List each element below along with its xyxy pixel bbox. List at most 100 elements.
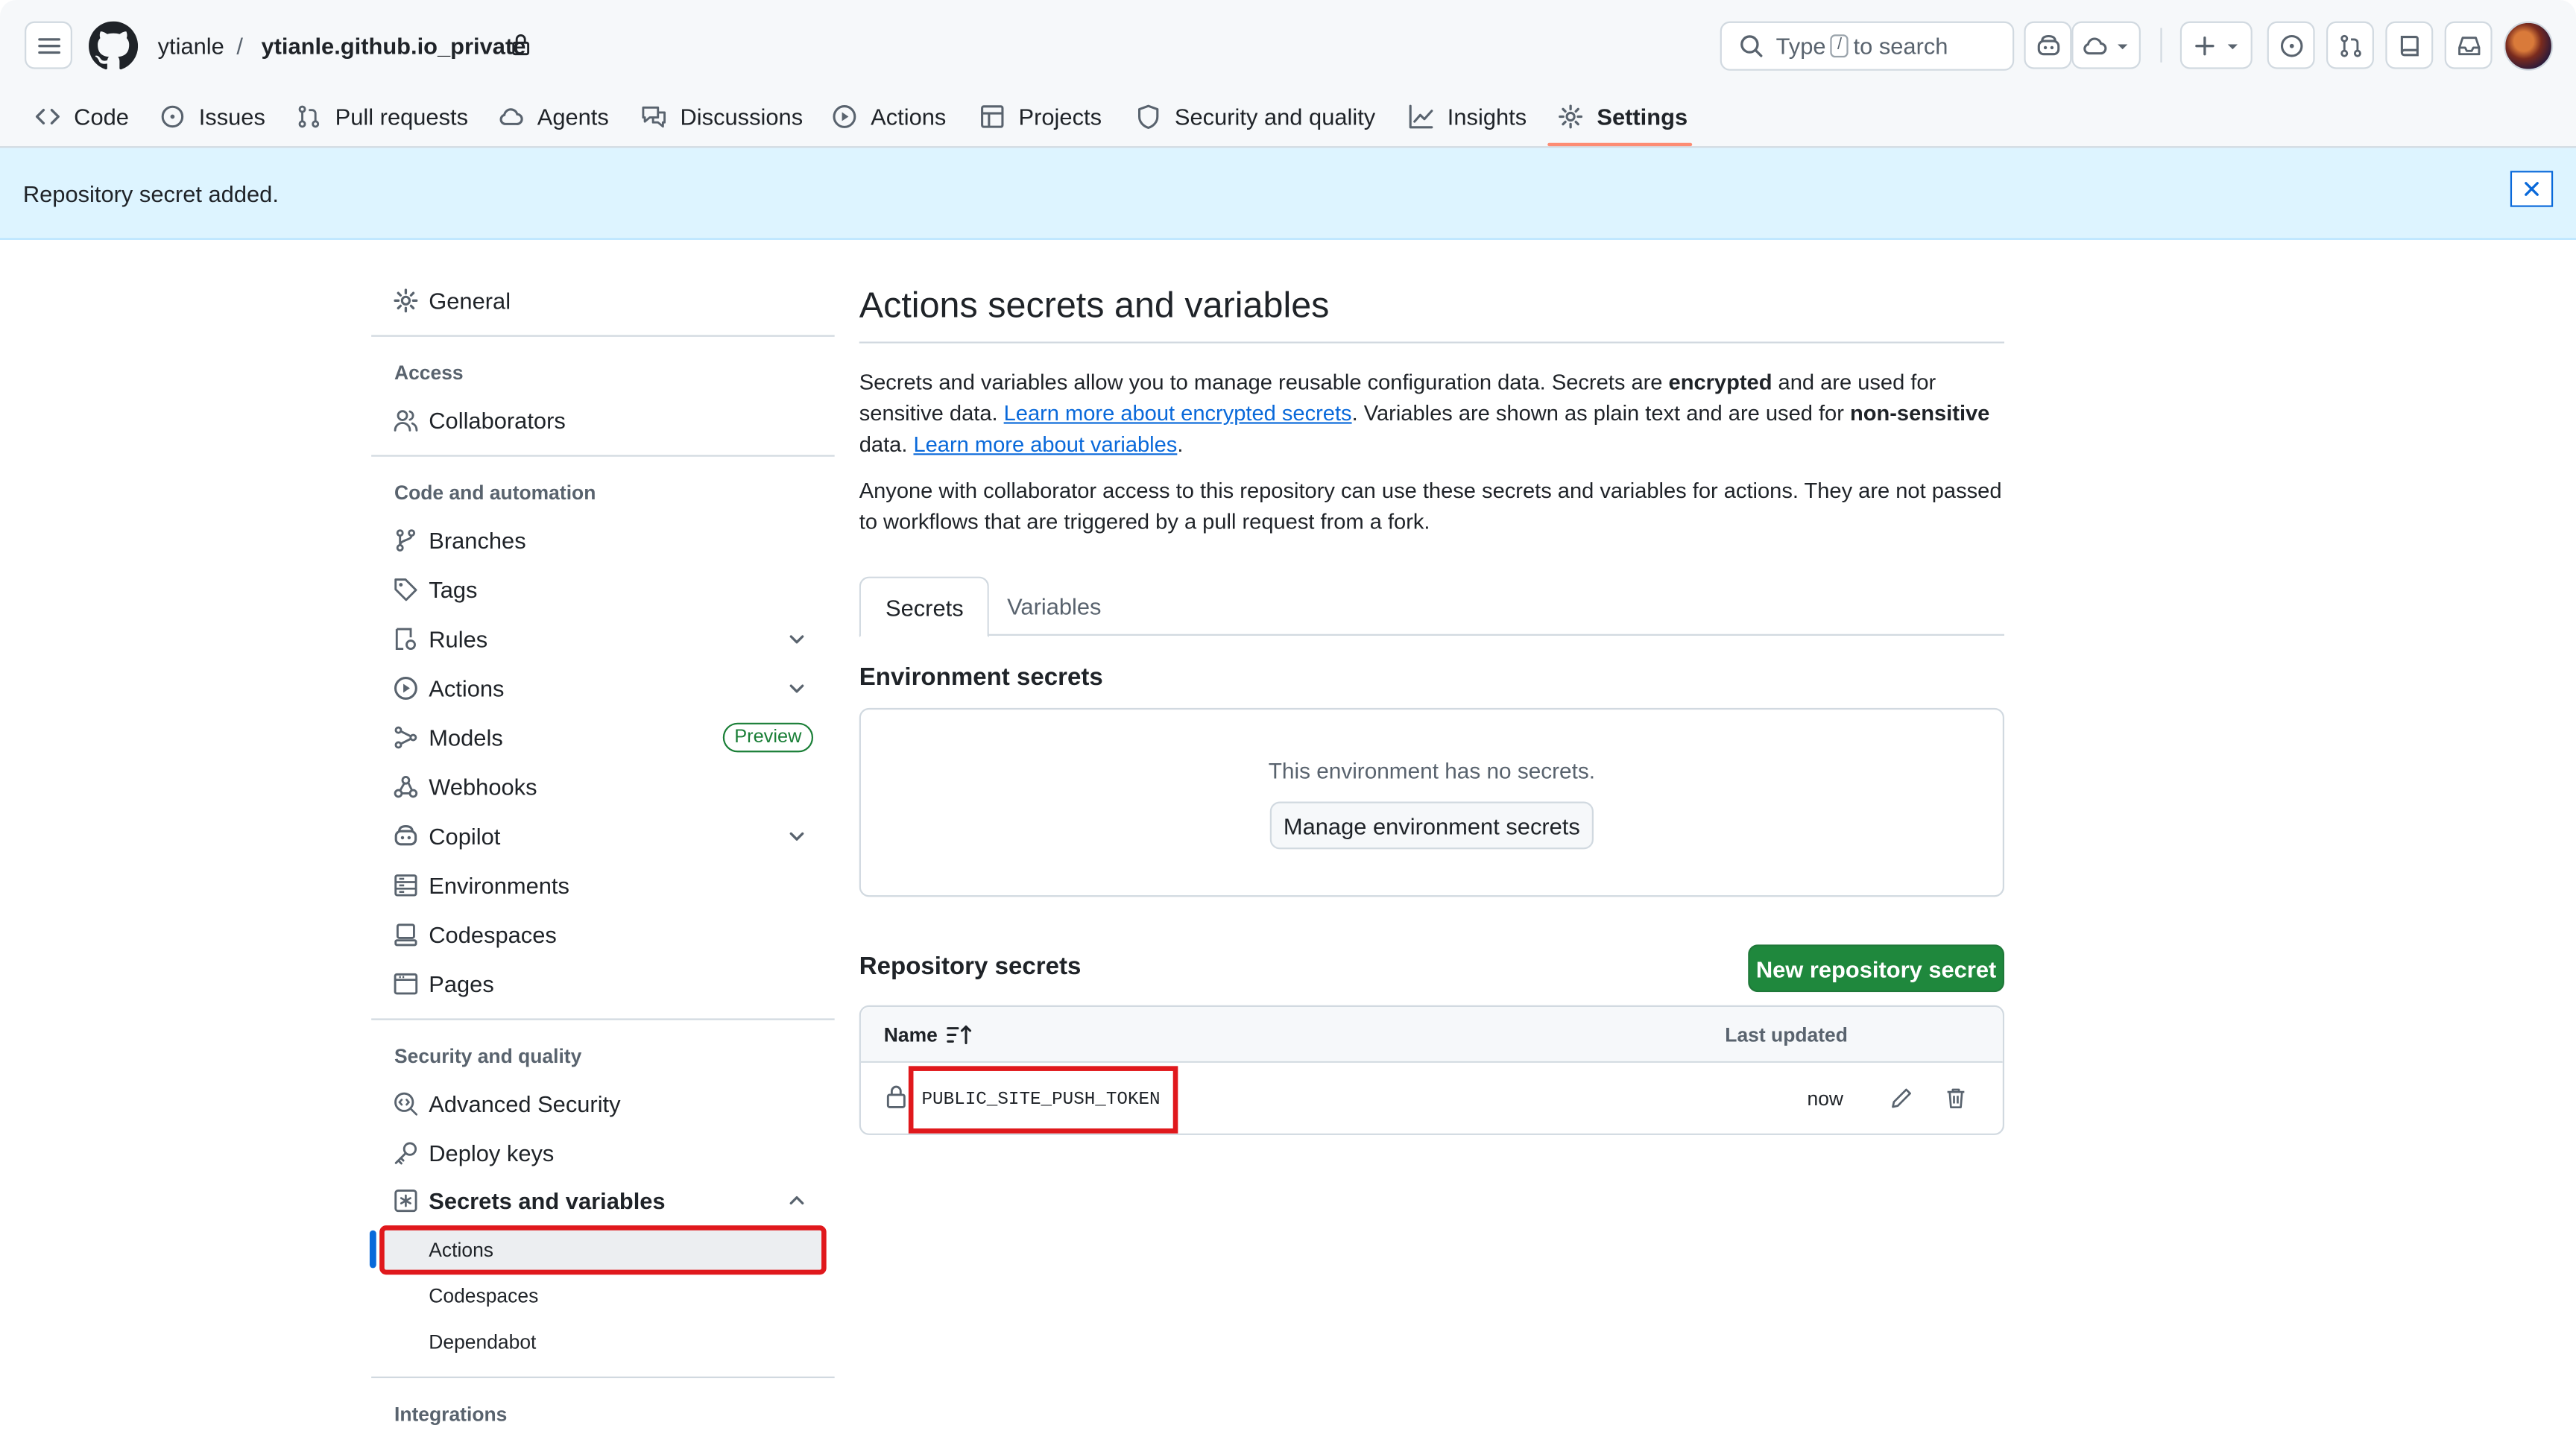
sidebar-item-models[interactable]: Models Preview (383, 713, 824, 762)
codescan-icon (394, 1092, 418, 1116)
manage-environment-secrets-button[interactable]: Manage environment secrets (1269, 801, 1594, 850)
book-icon (2399, 34, 2418, 56)
sort-ascending-icon[interactable] (947, 1023, 973, 1046)
inbox-button[interactable] (2444, 21, 2493, 69)
plus-icon (2194, 35, 2214, 55)
tab-settings[interactable]: Settings (1557, 97, 1688, 136)
sidebar-item-tags[interactable]: Tags (383, 565, 824, 614)
column-header-name[interactable]: Name (884, 1023, 938, 1046)
sidebar-item-advanced-security[interactable]: Advanced Security (383, 1079, 824, 1128)
repository-secrets-table: Name Last updated PUBLIC_SITE_PUSH_TOKEN… (859, 1005, 2005, 1135)
tab-code[interactable]: Code (34, 97, 129, 136)
server-icon (394, 874, 417, 897)
flash-close-button[interactable] (2510, 171, 2554, 207)
copilot-icon (2036, 34, 2059, 55)
chevron-down-icon (789, 635, 804, 644)
agents-icon (499, 108, 523, 125)
tab-variables[interactable]: Variables (982, 577, 1126, 636)
sidebar-item-codespaces[interactable]: Codespaces (383, 910, 824, 959)
sidebar-item-general[interactable]: General (383, 276, 824, 325)
repo-link[interactable]: ytianle.github.io_private (261, 31, 525, 61)
intro-paragraph: Secrets and variables allow you to manag… (859, 366, 2004, 461)
chevron-down-icon (2118, 43, 2128, 49)
preview-badge: Preview (722, 722, 813, 753)
issues-button[interactable] (2267, 21, 2315, 69)
tab-secrets[interactable]: Secrets (859, 576, 990, 638)
sidebar-item-label: Models (429, 724, 503, 751)
cloud-menu-button[interactable] (2071, 21, 2141, 69)
tab-agents[interactable]: Agents (498, 97, 609, 136)
tab-projects[interactable]: Projects (979, 97, 1102, 136)
search-prefix: Type (1775, 33, 1826, 60)
sidebar-item-label: Branches (429, 527, 526, 554)
tab-label: Secrets (886, 593, 964, 620)
tab-insights[interactable]: Insights (1408, 97, 1527, 136)
pencil-icon[interactable] (1890, 1086, 1914, 1111)
repositories-button[interactable] (2385, 21, 2434, 69)
tab-discussions[interactable]: Discussions (641, 97, 804, 136)
sidebar-item-label: Pages (429, 970, 494, 997)
gear-icon (394, 288, 418, 313)
pull-requests-button[interactable] (2326, 21, 2374, 69)
secret-name-cell: PUBLIC_SITE_PUSH_TOKEN (908, 1066, 1178, 1134)
copilot-button[interactable] (2024, 21, 2072, 69)
flash-message: Repository secret added. (22, 180, 279, 207)
tab-actions[interactable]: Actions (831, 97, 946, 136)
lock-icon (886, 1085, 906, 1108)
avatar[interactable] (2504, 21, 2554, 71)
github-logo[interactable] (89, 21, 139, 71)
intro-bold-encrypted: encrypted (1668, 369, 1772, 394)
search-suffix: to search (1853, 33, 1948, 60)
tab-issues[interactable]: Issues (160, 97, 265, 136)
owner-link[interactable]: ytianle (158, 31, 224, 61)
chevron-down-icon (789, 832, 804, 841)
branch-icon (396, 529, 416, 552)
sidebar-item-deploy-keys[interactable]: Deploy keys (383, 1128, 824, 1178)
breadcrumb-separator: / (236, 33, 243, 60)
tab-security[interactable]: Security and quality (1135, 97, 1375, 136)
sidebar-item-branches[interactable]: Branches (383, 516, 824, 565)
sidebar-item-label: General (429, 287, 511, 314)
tab-label: Variables (1007, 593, 1102, 619)
tab-pull-requests[interactable]: Pull requests (296, 97, 468, 136)
environment-secrets-heading: Environment secrets (859, 663, 1103, 692)
sidebar-item-secrets-and-variables[interactable]: Secrets and variables (383, 1176, 824, 1225)
secret-name: PUBLIC_SITE_PUSH_TOKEN (921, 1090, 1161, 1110)
trash-icon[interactable] (1943, 1086, 1968, 1111)
new-repository-secret-button[interactable]: New repository secret (1748, 944, 2005, 993)
repo-nav: Code Issues Pull requests Agents Discuss… (0, 92, 2576, 148)
sidebar-item-webhooks[interactable]: Webhooks (383, 762, 824, 812)
create-new-button[interactable] (2179, 21, 2253, 69)
issue-icon (2279, 34, 2302, 57)
active-item-indicator (369, 1230, 376, 1269)
sidebar-item-copilot[interactable]: Copilot (383, 812, 824, 861)
intro-text: . (1177, 432, 1184, 458)
intro-bold-non-sensitive: non-sensitive (1849, 401, 1990, 426)
sidebar-item-environments[interactable]: Environments (383, 861, 824, 910)
learn-more-encrypted-secrets-link[interactable]: Learn more about encrypted secrets (1004, 401, 1352, 426)
search-input[interactable]: Type / to search (1720, 21, 2015, 71)
sidebar-item-actions[interactable]: Actions (383, 663, 824, 713)
sidebar-heading-code-automation: Code and automation (394, 481, 596, 505)
sidebar-item-collaborators[interactable]: Collaborators (383, 396, 824, 445)
sidebar-subitem-codespaces[interactable]: Codespaces (383, 1275, 824, 1317)
sidebar-item-rules[interactable]: Rules (383, 614, 824, 663)
title-divider (859, 341, 2005, 344)
play-icon (833, 105, 856, 128)
tab-label: Agents (537, 103, 609, 130)
tab-label: Discussions (680, 103, 804, 130)
issue-icon (161, 105, 184, 128)
sidebar-item-pages[interactable]: Pages (383, 959, 824, 1008)
menu-button[interactable] (25, 21, 72, 69)
button-label: New repository secret (1755, 955, 1997, 982)
sidebar-item-label: Codespaces (429, 921, 557, 948)
pull-request-icon (2340, 34, 2361, 57)
selected-tab-underline (1547, 142, 1693, 147)
sidebar-subitem-actions[interactable]: Actions (379, 1225, 827, 1275)
table-header: Name Last updated (860, 1006, 2003, 1063)
tab-label: Settings (1597, 103, 1688, 130)
learn-more-variables-link[interactable]: Learn more about variables (913, 433, 1177, 458)
close-icon (2525, 182, 2539, 196)
sidebar-subitem-dependabot[interactable]: Dependabot (383, 1321, 824, 1363)
tab-label: Security and quality (1174, 103, 1376, 130)
